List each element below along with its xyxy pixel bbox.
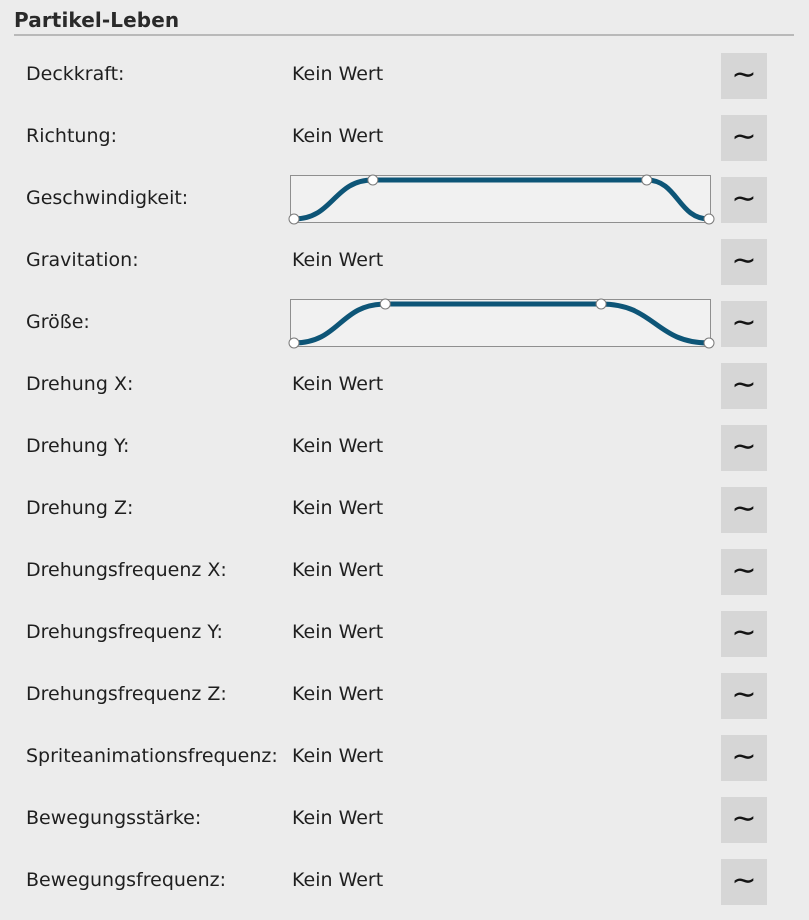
tilde-wave-icon: ∼ [731, 677, 757, 712]
curve-editor-button[interactable]: ∼ [721, 797, 767, 843]
curve-editor-button[interactable]: ∼ [721, 301, 767, 347]
property-value: Kein Wert [292, 807, 384, 829]
curve-editor-button[interactable]: ∼ [721, 425, 767, 471]
property-row-drehung-x: Drehung X: Kein Wert ∼ [0, 355, 809, 417]
curve-editor-button[interactable]: ∼ [721, 487, 767, 533]
tilde-wave-icon: ∼ [731, 801, 757, 836]
section-title: Partikel-Leben [14, 8, 180, 32]
tilde-wave-icon: ∼ [731, 181, 757, 216]
curve-keyframe-handle[interactable] [367, 174, 379, 186]
curve-line [291, 301, 712, 346]
size-curve-preview[interactable] [288, 298, 715, 349]
tilde-wave-icon: ∼ [731, 367, 757, 402]
property-label: Richtung: [26, 125, 117, 147]
property-row-drehungsfrequenz-y: Drehungsfrequenz Y: Kein Wert ∼ [0, 603, 809, 665]
property-label: Drehungsfrequenz Y: [26, 621, 223, 643]
tilde-wave-icon: ∼ [731, 305, 757, 340]
curve-editor-button[interactable]: ∼ [721, 673, 767, 719]
property-value: Kein Wert [292, 745, 384, 767]
property-label: Drehung Z: [26, 497, 134, 519]
property-row-geschwindigkeit: Geschwindigkeit: ∼ [0, 169, 809, 231]
property-value: Kein Wert [292, 559, 384, 581]
property-row-drehungsfrequenz-x: Drehungsfrequenz X: Kein Wert ∼ [0, 541, 809, 603]
property-label: Deckkraft: [26, 63, 125, 85]
property-row-bewegungsfrequenz: Bewegungsfrequenz: Kein Wert ∼ [0, 851, 809, 913]
curve-editor-button[interactable]: ∼ [721, 859, 767, 905]
property-label: Drehung X: [26, 373, 134, 395]
property-row-bewegungsstaerke: Bewegungsstärke: Kein Wert ∼ [0, 789, 809, 851]
curve-editor-button[interactable]: ∼ [721, 53, 767, 99]
curve-keyframe-handle[interactable] [595, 298, 607, 310]
property-value: Kein Wert [292, 683, 384, 705]
property-label: Drehungsfrequenz X: [26, 559, 227, 581]
tilde-wave-icon: ∼ [731, 553, 757, 588]
speed-curve-preview[interactable] [288, 174, 715, 225]
curve-editor-button[interactable]: ∼ [721, 735, 767, 781]
size-curve-graph [288, 298, 715, 349]
tilde-wave-icon: ∼ [731, 863, 757, 898]
curve-keyframe-handle[interactable] [703, 213, 715, 225]
property-label: Bewegungsstärke: [26, 807, 202, 829]
tilde-wave-icon: ∼ [731, 491, 757, 526]
property-value: Kein Wert [292, 125, 384, 147]
property-label: Bewegungsfrequenz: [26, 869, 227, 891]
property-row-deckkraft: Deckkraft: Kein Wert ∼ [0, 45, 809, 107]
tilde-wave-icon: ∼ [731, 429, 757, 464]
property-value: Kein Wert [292, 249, 384, 271]
curve-keyframe-handle[interactable] [641, 174, 653, 186]
property-row-drehung-y: Drehung Y: Kein Wert ∼ [0, 417, 809, 479]
curve-editor-button[interactable]: ∼ [721, 363, 767, 409]
tilde-wave-icon: ∼ [731, 243, 757, 278]
curve-line [291, 177, 712, 222]
property-label: Drehungsfrequenz Z: [26, 683, 227, 705]
property-label: Geschwindigkeit: [26, 187, 189, 209]
property-value: Kein Wert [292, 497, 384, 519]
property-row-groesse: Größe: ∼ [0, 293, 809, 355]
curve-keyframe-handle[interactable] [288, 337, 300, 349]
property-value: Kein Wert [292, 869, 384, 891]
tilde-wave-icon: ∼ [731, 615, 757, 650]
property-row-drehungsfrequenz-z: Drehungsfrequenz Z: Kein Wert ∼ [0, 665, 809, 727]
property-label: Drehung Y: [26, 435, 130, 457]
tilde-wave-icon: ∼ [731, 57, 757, 92]
property-label: Gravitation: [26, 249, 139, 271]
property-row-gravitation: Gravitation: Kein Wert ∼ [0, 231, 809, 293]
property-row-drehung-z: Drehung Z: Kein Wert ∼ [0, 479, 809, 541]
section-header-partikel-leben: Partikel-Leben [14, 6, 794, 36]
tilde-wave-icon: ∼ [731, 119, 757, 154]
property-value: Kein Wert [292, 621, 384, 643]
curve-editor-button[interactable]: ∼ [721, 115, 767, 161]
property-label: Spriteanimationsfrequenz: [26, 745, 278, 767]
curve-keyframe-handle[interactable] [379, 298, 391, 310]
property-value: Kein Wert [292, 373, 384, 395]
property-value: Kein Wert [292, 63, 384, 85]
property-row-richtung: Richtung: Kein Wert ∼ [0, 107, 809, 169]
property-list: Deckkraft: Kein Wert ∼ Richtung: Kein We… [0, 45, 809, 913]
speed-curve-graph [288, 174, 715, 225]
tilde-wave-icon: ∼ [731, 739, 757, 774]
property-label: Größe: [26, 311, 90, 333]
curve-keyframe-handle[interactable] [703, 337, 715, 349]
curve-keyframe-handle[interactable] [288, 213, 300, 225]
curve-editor-button[interactable]: ∼ [721, 239, 767, 285]
curve-editor-button[interactable]: ∼ [721, 611, 767, 657]
property-row-spriteanimationsfrequenz: Spriteanimationsfrequenz: Kein Wert ∼ [0, 727, 809, 789]
curve-editor-button[interactable]: ∼ [721, 177, 767, 223]
property-value: Kein Wert [292, 435, 384, 457]
curve-editor-button[interactable]: ∼ [721, 549, 767, 595]
